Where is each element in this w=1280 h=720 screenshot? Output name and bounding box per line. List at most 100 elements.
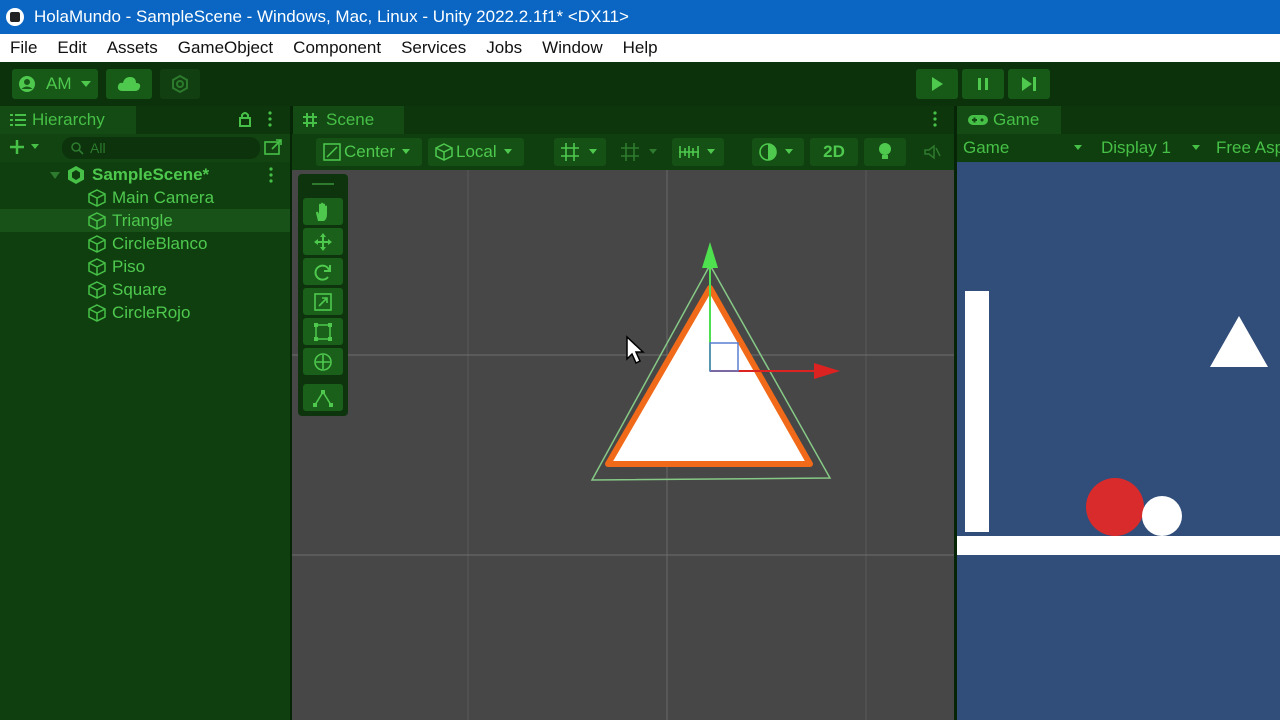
chevron-down-icon: [707, 149, 715, 154]
custom-tool-button[interactable]: [303, 384, 343, 411]
scene-tab-strip: Scene: [292, 106, 954, 134]
kebab-menu-icon[interactable]: [932, 111, 938, 127]
pivot-mode-dropdown[interactable]: Center: [316, 138, 422, 166]
account-button[interactable]: AM: [12, 69, 98, 99]
move-arrows-icon: [314, 232, 332, 251]
user-icon: [19, 76, 35, 92]
hierarchy-item[interactable]: Main Camera: [0, 186, 290, 209]
menu-file[interactable]: File: [0, 38, 47, 58]
gizmo-x-arrow-icon[interactable]: [814, 363, 840, 379]
gizmo-y-arrow-icon[interactable]: [702, 242, 718, 268]
hierarchy-item-label: Piso: [112, 256, 146, 276]
title-bar: HolaMundo - SampleScene - Windows, Mac, …: [0, 0, 1280, 34]
gameobject-cube-icon: [88, 211, 106, 230]
circle-blanco-object: [1142, 496, 1182, 536]
toggle-2d-button[interactable]: 2D: [810, 138, 858, 166]
grid-snap-button[interactable]: [554, 138, 606, 166]
create-button[interactable]: [8, 138, 40, 156]
unity-scene-icon: [68, 165, 84, 184]
hierarchy-item[interactable]: CircleRojo: [0, 301, 290, 324]
hierarchy-item[interactable]: Piso: [0, 255, 290, 278]
chevron-down-icon: [31, 144, 39, 149]
menu-assets[interactable]: Assets: [97, 38, 168, 58]
audio-mute-icon: [924, 144, 941, 160]
cloud-button[interactable]: [106, 69, 152, 99]
kebab-menu-icon[interactable]: [268, 167, 274, 183]
scene-name: SampleScene*: [92, 164, 210, 184]
display-dropdown[interactable]: Display 1: [1101, 138, 1201, 158]
hand-icon: [316, 202, 327, 221]
play-button[interactable]: [916, 69, 958, 99]
game-view[interactable]: [957, 162, 1280, 720]
tab-hierarchy[interactable]: Hierarchy: [0, 106, 136, 134]
search-icon: [71, 142, 84, 155]
rect-transform-icon: [314, 322, 332, 341]
search-input[interactable]: All: [62, 137, 260, 159]
rotate-icon: [314, 264, 331, 281]
hierarchy-item[interactable]: CircleBlanco: [0, 232, 290, 255]
tab-scene[interactable]: Scene: [292, 106, 404, 134]
pause-button[interactable]: [962, 69, 1004, 99]
collab-button[interactable]: [160, 69, 200, 99]
space-mode-dropdown[interactable]: Local: [428, 138, 524, 166]
transform-tool-button[interactable]: [303, 348, 343, 375]
square-object: [965, 291, 989, 532]
foldout-arrow-icon[interactable]: [50, 170, 60, 180]
tab-hierarchy-label: Hierarchy: [32, 110, 105, 129]
grid-visibility-button[interactable]: [614, 138, 664, 166]
menu-bar: File Edit Assets GameObject Component Se…: [0, 34, 1280, 62]
scene-view[interactable]: [292, 170, 954, 720]
hierarchy-toolbar: All: [0, 134, 290, 162]
tab-scene-label: Scene: [326, 110, 375, 129]
menu-help[interactable]: Help: [613, 38, 668, 58]
hierarchy-tab-strip: Hierarchy: [0, 106, 290, 134]
menu-component[interactable]: Component: [283, 38, 391, 58]
rotate-tool-button[interactable]: [303, 258, 343, 285]
game-tab-strip: Game: [957, 106, 1280, 134]
scene-toolbar: Center Local 2D: [292, 134, 954, 170]
game-view-label: Game: [963, 138, 1010, 157]
pivot-center-icon: [323, 143, 341, 161]
lock-icon[interactable]: [238, 111, 252, 127]
move-gizmo[interactable]: [292, 170, 954, 720]
game-render: [957, 291, 1280, 555]
menu-gameobject[interactable]: GameObject: [168, 38, 283, 58]
scale-tool-button[interactable]: [303, 288, 343, 315]
lightbulb-icon: [879, 143, 891, 159]
main-toolbar: AM: [0, 62, 1280, 106]
hand-tool-button[interactable]: [303, 198, 343, 225]
aspect-dropdown[interactable]: Free Asp: [1216, 138, 1280, 158]
scene-root-row[interactable]: SampleScene*: [0, 163, 290, 186]
audio-toggle-button[interactable]: [912, 138, 952, 166]
menu-services[interactable]: Services: [391, 38, 476, 58]
hierarchy-item[interactable]: Square: [0, 278, 290, 301]
step-button[interactable]: [1008, 69, 1050, 99]
collab-icon: [172, 74, 188, 94]
floor-object: [957, 536, 1280, 555]
account-label: AM: [46, 74, 72, 93]
increment-snap-button[interactable]: [672, 138, 724, 166]
lighting-toggle-button[interactable]: [864, 138, 906, 166]
hierarchy-item[interactable]: Triangle: [0, 209, 290, 232]
custom-editor-tool-icon: [313, 389, 333, 407]
menu-jobs[interactable]: Jobs: [476, 38, 532, 58]
hierarchy-item-label: CircleRojo: [112, 302, 191, 322]
move-tool-button[interactable]: [303, 228, 343, 255]
rect-tool-button[interactable]: [303, 318, 343, 345]
menu-window[interactable]: Window: [532, 38, 612, 58]
gizmo-plane-handle[interactable]: [709, 342, 739, 372]
hierarchy-item-label: Triangle: [112, 210, 173, 230]
list-icon: [10, 114, 26, 126]
game-toolbar: Game Display 1 Free Asp: [957, 134, 1280, 162]
menu-edit[interactable]: Edit: [47, 38, 96, 58]
gameobject-cube-icon: [88, 303, 106, 322]
ruler-icon: [679, 146, 699, 158]
draw-mode-button[interactable]: [752, 138, 804, 166]
kebab-menu-icon[interactable]: [267, 111, 273, 127]
game-view-dropdown[interactable]: Game: [963, 138, 1083, 158]
palette-drag-handle[interactable]: [312, 183, 334, 185]
tab-game[interactable]: Game: [957, 106, 1061, 134]
scene-visibility-icon[interactable]: [264, 139, 282, 157]
chevron-down-icon: [402, 149, 411, 154]
step-icon: [1022, 77, 1036, 91]
